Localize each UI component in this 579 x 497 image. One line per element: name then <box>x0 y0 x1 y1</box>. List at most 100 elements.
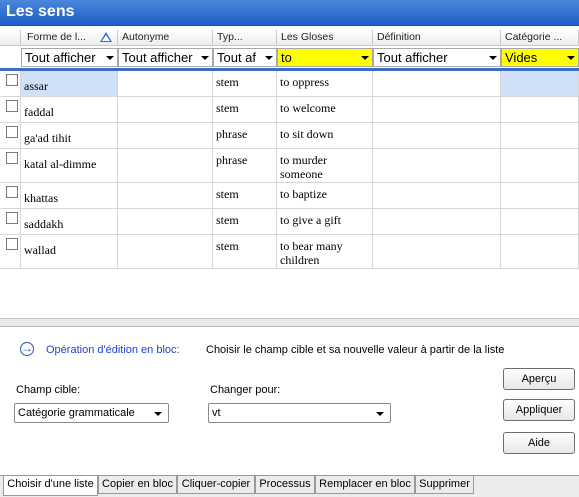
cell-gloss[interactable]: to bear many children <box>277 235 373 268</box>
cell-definition[interactable] <box>373 123 501 148</box>
window-title-bar: Les sens <box>0 0 579 26</box>
cell-definition[interactable] <box>373 235 501 268</box>
cell-definition[interactable] <box>373 97 501 122</box>
cell-category[interactable] <box>501 183 579 208</box>
cell-form[interactable]: assar <box>21 71 118 96</box>
help-button[interactable]: Aide <box>503 432 575 454</box>
tab-click-copy[interactable]: Cliquer-copier <box>177 476 255 494</box>
cell-type[interactable]: stem <box>213 209 277 234</box>
cell-form[interactable]: wallad <box>21 235 118 268</box>
cell-gloss[interactable]: to murder someone <box>277 149 373 182</box>
table-row[interactable]: katal al-dimme phrase to murder someone <box>0 149 579 183</box>
row-checkbox[interactable] <box>6 186 18 198</box>
column-header-definition[interactable]: Définition <box>373 30 501 46</box>
cell-gloss[interactable]: to give a gift <box>277 209 373 234</box>
row-checkbox[interactable] <box>6 74 18 86</box>
table-row[interactable]: saddakh stem to give a gift <box>0 209 579 235</box>
filter-category[interactable]: Vides <box>501 48 579 67</box>
cell-type[interactable]: stem <box>213 235 277 268</box>
apply-button[interactable]: Appliquer <box>503 399 575 421</box>
row-select-cell <box>0 183 21 208</box>
cell-type[interactable]: stem <box>213 71 277 96</box>
arrow-right-circle-icon[interactable]: → <box>20 342 34 356</box>
cell-type[interactable]: phrase <box>213 149 277 182</box>
target-field-select[interactable]: Catégorie grammaticale <box>14 403 169 423</box>
column-header-glosses-label: Les Gloses <box>281 31 334 43</box>
window-title: Les sens <box>6 3 75 20</box>
filter-type[interactable]: Tout af <box>213 48 277 67</box>
cell-autonym[interactable] <box>118 235 213 268</box>
cell-autonym[interactable] <box>118 97 213 122</box>
filter-glosses[interactable]: to <box>277 48 373 67</box>
cell-form[interactable]: katal al-dimme <box>21 149 118 182</box>
tab-process[interactable]: Processus <box>255 476 315 494</box>
row-select-cell <box>0 235 21 268</box>
column-header-autonym[interactable]: Autonyme <box>118 30 213 46</box>
bulk-edit-link[interactable]: Opération d'édition en bloc: <box>46 344 180 356</box>
column-header-glosses[interactable]: Les Gloses <box>277 30 373 46</box>
cell-autonym[interactable] <box>118 71 213 96</box>
pane-splitter[interactable] <box>0 318 579 326</box>
chevron-down-icon <box>361 56 369 60</box>
change-to-select[interactable]: vt <box>208 403 391 423</box>
cell-type[interactable]: stem <box>213 183 277 208</box>
table-row[interactable]: khattas stem to baptize <box>0 183 579 209</box>
cell-definition[interactable] <box>373 209 501 234</box>
tab-bulk-copy[interactable]: Copier en bloc <box>98 476 177 494</box>
cell-gloss[interactable]: to sit down <box>277 123 373 148</box>
table-row[interactable]: wallad stem to bear many children <box>0 235 579 269</box>
filter-definition[interactable]: Tout afficher <box>373 48 501 67</box>
cell-autonym[interactable] <box>118 209 213 234</box>
cell-gloss[interactable]: to welcome <box>277 97 373 122</box>
filter-autonym-value: Tout afficher <box>122 50 193 65</box>
cell-type[interactable]: phrase <box>213 123 277 148</box>
bulk-edit-tabs: Choisir d'une liste Copier en bloc Cliqu… <box>0 475 579 497</box>
cell-category[interactable] <box>501 123 579 148</box>
change-to-label: Changer pour: <box>210 384 281 396</box>
cell-category[interactable] <box>501 97 579 122</box>
tab-bulk-replace[interactable]: Remplacer en bloc <box>315 476 415 494</box>
column-header-category[interactable]: Catégorie ... <box>501 30 579 46</box>
cell-category[interactable] <box>501 235 579 268</box>
cell-category[interactable] <box>501 209 579 234</box>
filter-form[interactable]: Tout afficher <box>21 48 118 67</box>
cell-gloss[interactable]: to baptize <box>277 183 373 208</box>
row-checkbox[interactable] <box>6 212 18 224</box>
preview-button[interactable]: Aperçu <box>503 368 575 390</box>
cell-form[interactable]: faddal <box>21 97 118 122</box>
cell-autonym[interactable] <box>118 123 213 148</box>
target-field-value: Catégorie grammaticale <box>18 407 135 419</box>
column-header-type-label: Typ... <box>217 31 243 43</box>
cell-form[interactable]: saddakh <box>21 209 118 234</box>
cell-autonym[interactable] <box>118 183 213 208</box>
table-row[interactable]: ga'ad tihit phrase to sit down <box>0 123 579 149</box>
tab-choose-from-list[interactable]: Choisir d'une liste <box>3 476 98 496</box>
cell-definition[interactable] <box>373 149 501 182</box>
sort-ascending-icon[interactable] <box>100 32 112 42</box>
row-checkbox[interactable] <box>6 100 18 112</box>
filter-form-value: Tout afficher <box>25 50 96 65</box>
row-checkbox[interactable] <box>6 126 18 138</box>
cell-gloss[interactable]: to oppress <box>277 71 373 96</box>
cell-definition[interactable] <box>373 71 501 96</box>
cell-definition[interactable] <box>373 183 501 208</box>
cell-category[interactable] <box>501 149 579 182</box>
cell-type[interactable]: stem <box>213 97 277 122</box>
column-header-autonym-label: Autonyme <box>122 31 170 43</box>
column-header-type[interactable]: Typ... <box>213 30 277 46</box>
bulk-edit-hint: Choisir le champ cible et sa nouvelle va… <box>206 344 505 356</box>
cell-category[interactable] <box>501 71 579 96</box>
filter-type-value: Tout af <box>217 50 257 65</box>
table-row[interactable]: faddal stem to welcome <box>0 97 579 123</box>
change-to-value: vt <box>212 407 221 419</box>
filter-autonym[interactable]: Tout afficher <box>118 48 213 67</box>
cell-form[interactable]: khattas <box>21 183 118 208</box>
chevron-down-icon <box>489 56 497 60</box>
table-row[interactable]: assar stem to oppress <box>0 71 579 97</box>
cell-form[interactable]: ga'ad tihit <box>21 123 118 148</box>
row-checkbox[interactable] <box>6 238 18 250</box>
chevron-down-icon <box>567 56 575 60</box>
cell-autonym[interactable] <box>118 149 213 182</box>
row-checkbox[interactable] <box>6 152 18 164</box>
tab-delete[interactable]: Supprimer <box>415 476 474 494</box>
